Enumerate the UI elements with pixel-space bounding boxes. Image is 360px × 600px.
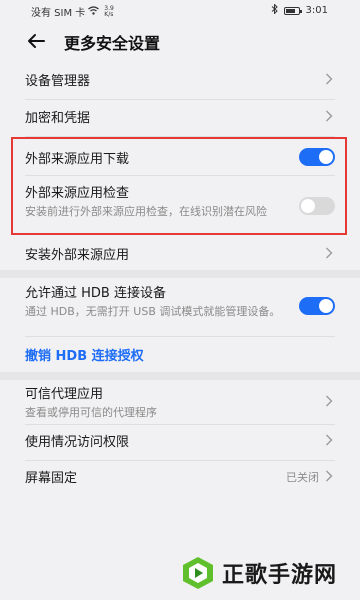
divider: [25, 424, 335, 425]
revoke-hdb-link[interactable]: 撤销 HDB 连接授权: [25, 345, 335, 364]
screen-pin-item[interactable]: 屏幕固定 已关闭: [25, 467, 335, 489]
divider: [25, 99, 335, 100]
net-speed-unit: K/s: [104, 10, 114, 18]
chevron-right-icon: [325, 470, 333, 482]
status-bar: 没有 SIM 卡 3.9 K/s 3:01: [0, 0, 360, 20]
watermark: 正歌手游网: [180, 549, 350, 597]
status-left: 没有 SIM 卡 3.9 K/s: [31, 4, 114, 19]
battery-icon: [283, 6, 302, 15]
clock: 3:01: [305, 5, 328, 16]
hdb-label: 允许通过 HDB 连接设备: [25, 286, 166, 301]
divider: [25, 336, 335, 337]
hdb-item[interactable]: 允许通过 HDB 连接设备 通过 HDB，无需打开 USB 调试模式就能管理设备…: [25, 282, 335, 330]
chevron-right-icon: [325, 434, 333, 446]
revoke-hdb-item[interactable]: 撤销 HDB 连接授权: [25, 345, 335, 367]
install-external-label: 安装外部来源应用: [25, 248, 130, 263]
status-right: 3:01: [271, 3, 328, 17]
page-title: 更多安全设置: [64, 34, 161, 53]
toggle-knob: [319, 299, 333, 313]
section-gap: [0, 372, 360, 380]
usage-access-label: 使用情况访问权限: [25, 435, 130, 450]
screen-pin-value: 已关闭: [286, 471, 319, 484]
back-arrow-icon[interactable]: [25, 30, 47, 52]
divider: [25, 460, 335, 461]
trust-agent-label: 可信代理应用: [25, 387, 104, 402]
chevron-right-icon: [325, 73, 333, 85]
device-admin-label: 设备管理器: [25, 74, 91, 89]
watermark-logo-icon: [180, 555, 216, 591]
usage-access-item[interactable]: 使用情况访问权限: [25, 431, 335, 453]
chevron-right-icon: [325, 395, 333, 407]
wifi-icon: [88, 5, 100, 18]
encryption-item[interactable]: 加密和凭据: [25, 107, 335, 129]
device-admin-item[interactable]: 设备管理器: [25, 70, 335, 92]
section-gap: [0, 270, 360, 278]
install-external-item[interactable]: 安装外部来源应用: [25, 244, 335, 266]
net-speed: 3.9 K/s: [104, 5, 114, 18]
hdb-desc: 通过 HDB，无需打开 USB 调试模式就能管理设备。: [25, 305, 281, 318]
chevron-right-icon: [325, 247, 333, 259]
trust-agent-item[interactable]: 可信代理应用 查看或停用可信的代理程序: [25, 383, 335, 419]
highlight-box: [11, 137, 347, 235]
watermark-text: 正歌手游网: [222, 563, 338, 588]
chevron-right-icon: [325, 110, 333, 122]
hdb-toggle[interactable]: [299, 297, 335, 315]
carrier-text: 没有 SIM 卡: [31, 8, 86, 19]
trust-agent-desc: 查看或停用可信的代理程序: [25, 406, 157, 419]
encryption-label: 加密和凭据: [25, 111, 91, 126]
app-header: 更多安全设置: [0, 20, 360, 64]
bluetooth-icon: [271, 3, 278, 17]
